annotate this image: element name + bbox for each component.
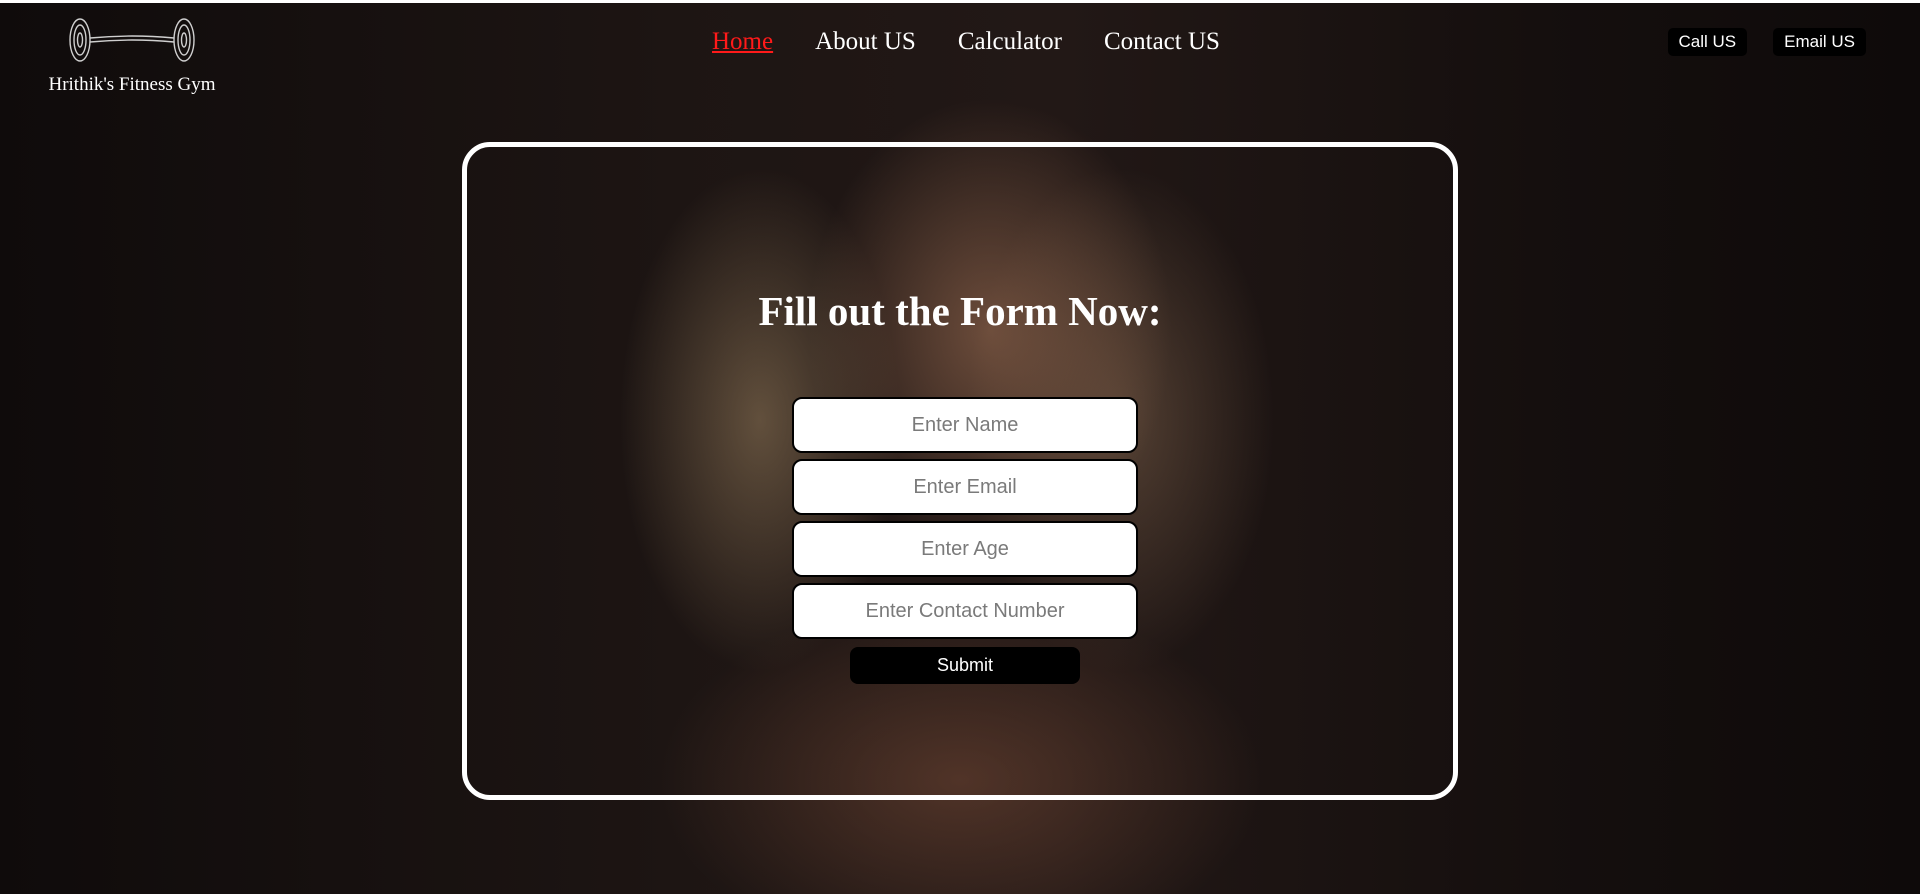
top-action-buttons: Call US Email US [1667,28,1866,56]
submit-button[interactable]: Submit [850,647,1080,684]
call-us-button[interactable]: Call US [1667,28,1748,56]
age-input[interactable] [792,521,1138,577]
nav-link-calculator[interactable]: Calculator [958,24,1062,60]
brand-logo[interactable]: Hrithik's Fitness Gym [38,16,226,96]
nav-link-contact-us[interactable]: Contact US [1104,24,1220,60]
signup-form-card: Fill out the Form Now: Submit [462,142,1458,800]
main-nav: Home About US Calculator Contact US [712,24,1262,60]
email-input[interactable] [792,459,1138,515]
top-border [0,0,1920,3]
barbell-icon [69,18,195,62]
email-us-button[interactable]: Email US [1773,28,1866,56]
form-title: Fill out the Form Now: [758,288,1162,334]
signup-form: Submit [792,397,1138,684]
nav-link-home[interactable]: Home [712,24,773,60]
nav-link-about-us[interactable]: About US [815,24,916,60]
name-input[interactable] [792,397,1138,453]
brand-name: Hrithik's Fitness Gym [48,74,216,95]
contact-number-input[interactable] [792,583,1138,639]
